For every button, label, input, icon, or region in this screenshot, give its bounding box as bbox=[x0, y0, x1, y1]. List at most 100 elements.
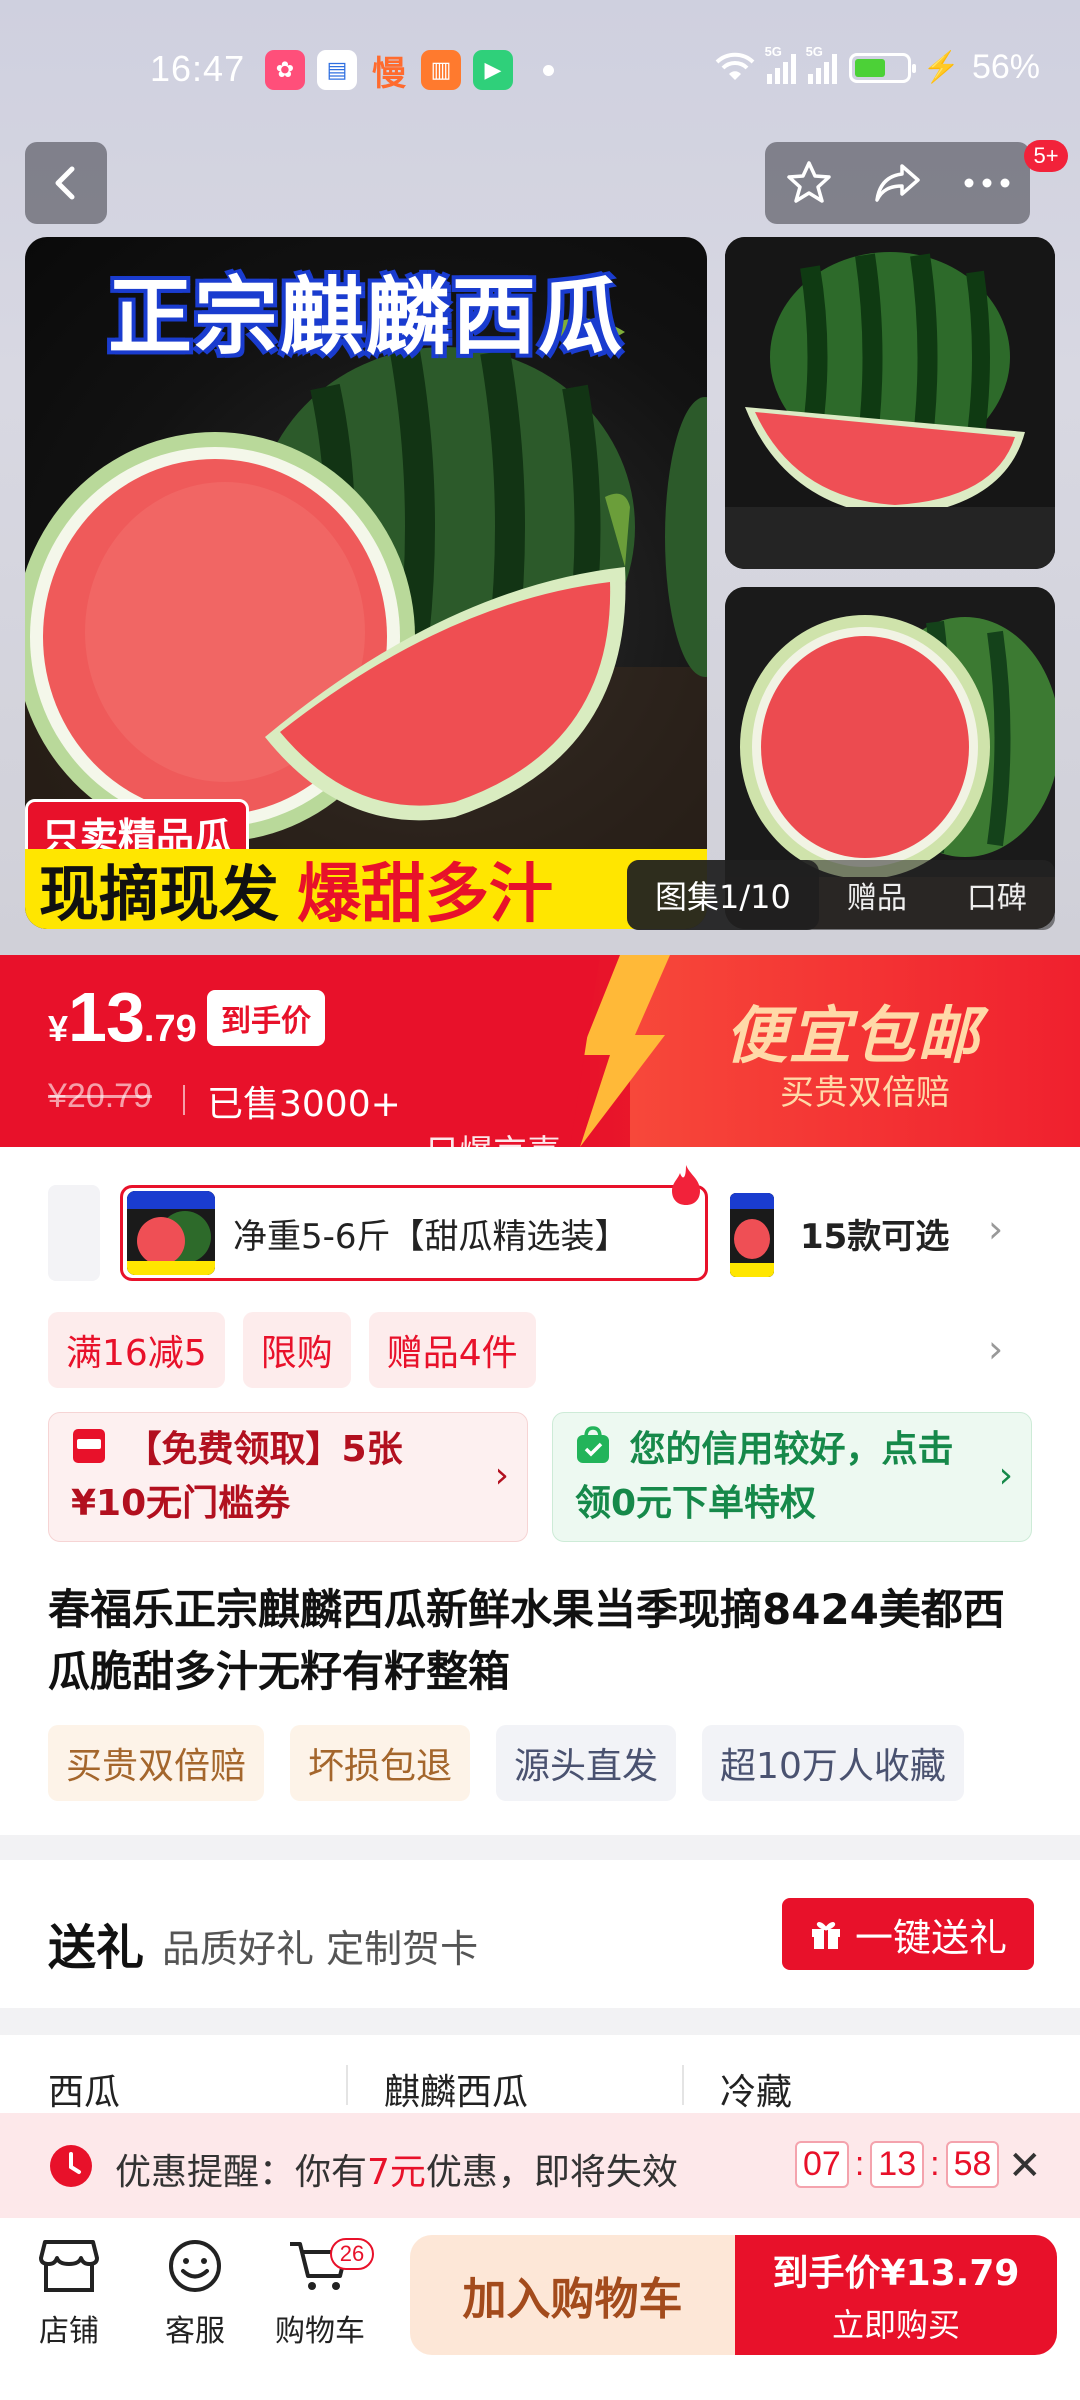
coupon-offer-text: 【免费领取】5张¥10无门槛券 bbox=[71, 1429, 403, 1524]
sku-thumbnail-next[interactable] bbox=[730, 1193, 774, 1277]
free-shipping-slogan: 便宜包邮 bbox=[725, 999, 982, 1072]
category-tag[interactable]: 麒麟西瓜 bbox=[384, 2063, 528, 2115]
chevron-right-icon: › bbox=[988, 1207, 1004, 1251]
shopping-bag-icon bbox=[577, 1426, 609, 1463]
promo-tag[interactable]: 赠品4件 bbox=[368, 1312, 536, 1388]
battery-percent: 56% bbox=[971, 48, 1040, 86]
bottom-action-bar: 店铺 客服 购物车 26 加入购物车 到手价¥13.79 立即购买 bbox=[0, 2218, 1080, 2400]
thumbnail-image-1[interactable] bbox=[725, 237, 1055, 569]
category-tags: 西瓜 麒麟西瓜 冷藏 bbox=[0, 2035, 1080, 2115]
sku-selected-option[interactable]: 净重5-6斤【甜瓜精选装】 bbox=[120, 1185, 708, 1281]
share-icon[interactable] bbox=[872, 160, 924, 206]
more-icon[interactable] bbox=[963, 176, 1011, 190]
sku-selected-label: 净重5-6斤【甜瓜精选装】 bbox=[233, 1216, 629, 1257]
final-price-badge: 到手价 bbox=[207, 990, 325, 1046]
status-bar: 16:47 ✿ ▤ 慢 ▥ ▶ 5G 5G ⚡ 56% bbox=[0, 40, 1080, 104]
product-title: 春福乐正宗麒麟西瓜新鲜水果当季现摘8424美都西瓜脆甜多汁无籽有籽整箱 bbox=[48, 1585, 1005, 1696]
video-notification-icon: ▶ bbox=[473, 50, 513, 90]
feature-tag: 源头直发 bbox=[496, 1725, 677, 1801]
review-tab[interactable]: 口碑 bbox=[967, 873, 1027, 917]
charging-icon: ⚡ bbox=[922, 51, 960, 84]
image-title-banner: 正宗麒麟西瓜 bbox=[107, 267, 624, 366]
category-tag[interactable]: 西瓜 bbox=[48, 2063, 120, 2115]
chevron-left-icon bbox=[55, 166, 75, 200]
timer-hours: 07 bbox=[795, 2141, 849, 2188]
wallet-notification-icon: ▤ bbox=[317, 50, 357, 90]
image-slogan-bar: 现摘现发 爆甜多汁 bbox=[25, 849, 707, 929]
divider bbox=[682, 2065, 684, 2105]
gift-section: 送礼 品质好礼 定制贺卡 一键送礼 bbox=[0, 1860, 1080, 2008]
book-notification-icon: ▥ bbox=[421, 50, 461, 90]
feature-tag: 坏损包退 bbox=[290, 1725, 471, 1801]
promo-tag[interactable]: 满16减5 bbox=[48, 1312, 225, 1388]
promo-tag[interactable]: 限购 bbox=[242, 1312, 351, 1388]
reminder-text: 优惠提醒：你有7元优惠，即将失效 bbox=[115, 2152, 678, 2193]
app-notification-icon: ✿ bbox=[265, 50, 305, 90]
main-product-image[interactable]: 正宗麒麟西瓜 只卖精品瓜 现摘现发 爆甜多汁 bbox=[25, 237, 707, 929]
chevron-right-icon: › bbox=[494, 1455, 509, 1496]
sku-selector[interactable]: 净重5-6斤【甜瓜精选装】 15款可选 › bbox=[0, 1165, 1080, 1285]
feature-tag: 买贵双倍赔 bbox=[48, 1725, 265, 1801]
smile-chat-icon bbox=[169, 2240, 221, 2292]
store-icon bbox=[39, 2240, 99, 2292]
timer-minutes: 13 bbox=[870, 2141, 925, 2188]
service-features: 买贵双倍赔 坏损包退 源头直发 超10万人收藏 bbox=[48, 1725, 964, 1801]
credit-privilege-text: 您的信用较好，点击领0元下单特权 bbox=[575, 1429, 954, 1524]
signal-icon-2: 5G bbox=[806, 44, 837, 84]
hot-fire-icon bbox=[672, 1165, 700, 1205]
wifi-icon bbox=[715, 52, 754, 80]
signal-icon-1: 5G bbox=[765, 44, 796, 84]
image-slogan-b: 爆甜多汁 bbox=[297, 858, 553, 929]
chevron-right-icon[interactable]: › bbox=[988, 1327, 1003, 1371]
favorite-star-icon[interactable] bbox=[784, 158, 834, 208]
feature-tag: 超10万人收藏 bbox=[702, 1725, 964, 1801]
sold-count: 已售3000+ bbox=[207, 1084, 401, 1125]
system-icons: 5G 5G ⚡ 56% bbox=[715, 44, 1040, 87]
price-guarantee: 买贵双倍赔 bbox=[780, 1073, 950, 1113]
hero-section: 16:47 ✿ ▤ 慢 ▥ ▶ 5G 5G ⚡ 56% 5+ 正宗麒麟西瓜 只卖… bbox=[0, 0, 1080, 955]
discount-reminder-bar[interactable]: 优惠提醒：你有7元优惠，即将失效 07 : 13 : 58 ✕ bbox=[0, 2113, 1080, 2218]
image-slogan-a: 现摘现发 bbox=[39, 859, 279, 930]
price-divider bbox=[183, 1085, 185, 1115]
clock-icon bbox=[50, 2145, 92, 2187]
cart-count-badge: 26 bbox=[330, 2238, 374, 2270]
sku-thumbnail bbox=[127, 1191, 215, 1275]
product-info-card: 净重5-6斤【甜瓜精选装】 15款可选 › 满16减5 限购 赠品4件 › 【免… bbox=[0, 1147, 1080, 1835]
gift-title: 送礼 bbox=[48, 1920, 145, 1976]
watermelon-thumb-1 bbox=[725, 237, 1055, 569]
timer-seconds: 58 bbox=[945, 2141, 1000, 2188]
price-banner: ¥ 13 .79 到手价 ¥20.79 已售3000+ 便宜包邮 买贵双倍赔 bbox=[0, 955, 1080, 1147]
gallery-tabs: 图集1/10 赠品 口碑 bbox=[627, 860, 1055, 930]
lightning-decoration-icon bbox=[540, 955, 670, 1147]
add-to-cart-button[interactable]: 加入购物车 bbox=[410, 2235, 735, 2355]
credit-privilege-card[interactable]: 您的信用较好，点击领0元下单特权 › bbox=[552, 1412, 1032, 1542]
gift-tab[interactable]: 赠品 bbox=[847, 873, 907, 917]
message-badge: 5+ bbox=[1024, 140, 1068, 172]
manga-notification-icon: 慢 bbox=[372, 53, 406, 94]
buy-now-button[interactable]: 到手价¥13.79 立即购买 bbox=[735, 2235, 1057, 2355]
countdown-timer: 07 : 13 : 58 bbox=[795, 2141, 1000, 2188]
sku-count: 15款可选 bbox=[800, 1217, 950, 1257]
coupon-offer-card[interactable]: 【免费领取】5张¥10无门槛券 › bbox=[48, 1412, 528, 1542]
status-time: 16:47 bbox=[150, 48, 246, 89]
header-actions bbox=[765, 142, 1030, 224]
divider bbox=[346, 2065, 348, 2105]
customer-service-button[interactable]: 客服 bbox=[140, 2238, 250, 2350]
promotion-tags[interactable]: 满16减5 限购 赠品4件 bbox=[48, 1312, 536, 1388]
gift-subtitle: 品质好礼 定制贺卡 bbox=[162, 1927, 479, 1971]
category-tag[interactable]: 冷藏 bbox=[720, 2063, 792, 2115]
notification-icons: ✿ ▤ 慢 ▥ ▶ bbox=[265, 50, 554, 94]
gift-icon bbox=[811, 1922, 840, 1949]
close-icon[interactable]: ✕ bbox=[1008, 2143, 1042, 2189]
coupon-icon bbox=[73, 1429, 105, 1463]
store-button[interactable]: 店铺 bbox=[14, 2238, 124, 2350]
gallery-tab[interactable]: 图集1/10 bbox=[627, 860, 819, 930]
back-button[interactable] bbox=[25, 142, 107, 224]
send-gift-button[interactable]: 一键送礼 bbox=[782, 1898, 1034, 1970]
current-price: ¥ 13 .79 bbox=[48, 978, 197, 1056]
chevron-right-icon: › bbox=[998, 1455, 1013, 1496]
more-notifications-dot bbox=[543, 64, 554, 76]
battery-icon bbox=[848, 52, 916, 83]
sku-prev-stub[interactable] bbox=[48, 1185, 100, 1281]
original-price: ¥20.79 bbox=[48, 1077, 152, 1115]
